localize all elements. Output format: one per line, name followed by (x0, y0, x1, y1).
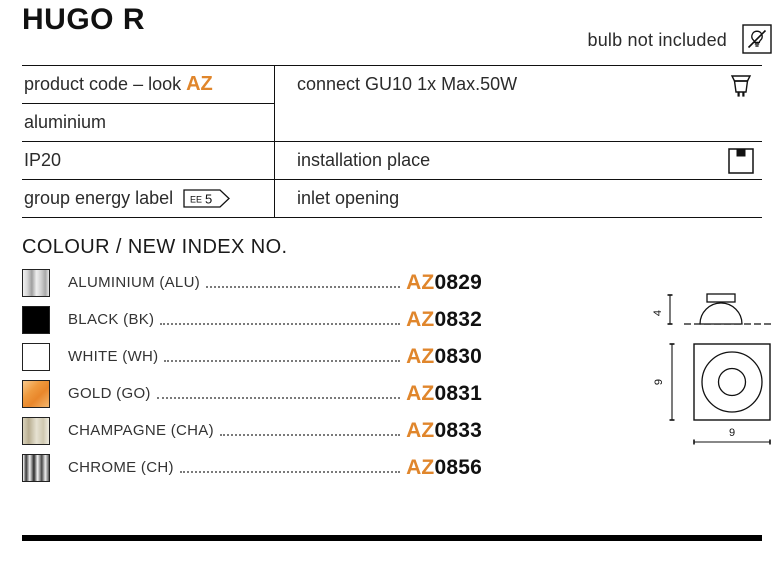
dimension-height-side: 4 (652, 310, 664, 316)
colour-name: CHROME (CH) (68, 459, 174, 476)
chrome-swatch (22, 453, 50, 482)
dimension-width-top: 9 (729, 427, 735, 439)
dot-leader (156, 396, 401, 399)
specification-table: product code – look AZ aluminium connect… (22, 65, 762, 218)
colour-name: BLACK (BK) (68, 311, 155, 328)
badge-small-text: EE (190, 194, 202, 204)
energy-label-line: group energy label EE 5 (22, 180, 274, 217)
list-item: BLACK (BK) AZ0832 (22, 301, 482, 338)
colour-index-list: ALUMINIUM (ALU) AZ0829 BLACK (BK) AZ0832… (22, 264, 482, 486)
spec-cell-energy-label: group energy label EE 5 (22, 180, 274, 217)
black-swatch (22, 305, 50, 334)
product-code: AZ0831 (406, 381, 482, 405)
product-code-text: product code – look (24, 74, 187, 94)
spec-cell-inlet-opening: inlet opening (274, 180, 762, 217)
spec-cell-connect: connect GU10 1x Max.50W (274, 66, 762, 141)
dot-leader (219, 433, 401, 436)
gold-swatch (22, 379, 50, 408)
installation-place-text: installation place (297, 150, 431, 170)
ceiling-mount-icon (728, 148, 754, 174)
az-accent-label: AZ (186, 73, 213, 95)
bottom-divider (22, 535, 762, 541)
technical-drawings: 4 9 9 (648, 282, 783, 450)
page-title: HUGO R (22, 3, 145, 36)
product-code: AZ0856 (406, 455, 482, 479)
bulb-not-included-label: bulb not included (587, 30, 727, 50)
list-item: CHAMPAGNE (CHA) AZ0833 (22, 412, 482, 449)
spec-cell-ip-rating: IP20 (22, 142, 274, 179)
aluminium-swatch (22, 268, 50, 297)
ip-rating-text: IP20 (24, 150, 62, 170)
product-code-line: product code – look AZ (22, 66, 274, 103)
colour-name: WHITE (WH) (68, 348, 159, 365)
colour-name: ALUMINIUM (ALU) (68, 274, 201, 291)
dot-leader (160, 322, 401, 325)
table-row: group energy label EE 5 inlet opening (22, 179, 762, 217)
table-row: IP20 installation place (22, 141, 762, 179)
colour-section-heading: COLOUR / NEW INDEX NO. (22, 236, 288, 258)
no-bulb-icon (742, 24, 772, 54)
side-view-drawing: 4 (652, 293, 773, 325)
connect-text: connect GU10 1x Max.50W (297, 74, 518, 94)
product-code: AZ0832 (406, 307, 482, 331)
list-item: WHITE (WH) AZ0830 (22, 338, 482, 375)
material-text: aluminium (24, 112, 107, 132)
colour-name: CHAMPAGNE (CHA) (68, 422, 214, 439)
list-item: GOLD (GO) AZ0831 (22, 375, 482, 412)
spec-cell-installation-place: installation place (274, 142, 762, 179)
list-item: ALUMINIUM (ALU) AZ0829 (22, 264, 482, 301)
white-swatch (22, 342, 50, 371)
product-code: AZ0830 (406, 344, 482, 368)
spec-cell-product-code: product code – look AZ aluminium (22, 66, 274, 141)
colour-name: GOLD (GO) (68, 385, 151, 402)
champagne-swatch (22, 416, 50, 445)
energy-label-text: group energy label (24, 188, 174, 208)
gu10-bulb-icon (728, 72, 754, 102)
dot-leader (206, 285, 401, 288)
top-view-drawing: 9 9 (653, 343, 771, 445)
badge-large-text: 5 (205, 191, 212, 206)
product-code: AZ0833 (406, 418, 482, 442)
table-row: product code – look AZ aluminium connect… (22, 66, 762, 141)
dot-leader (164, 359, 401, 362)
list-item: CHROME (CH) AZ0856 (22, 449, 482, 486)
dot-leader (179, 470, 401, 473)
energy-efficiency-badge: EE 5 (183, 189, 231, 208)
product-code: AZ0829 (406, 270, 482, 294)
inlet-opening-text: inlet opening (297, 188, 400, 208)
dimension-height-top: 9 (653, 379, 665, 385)
